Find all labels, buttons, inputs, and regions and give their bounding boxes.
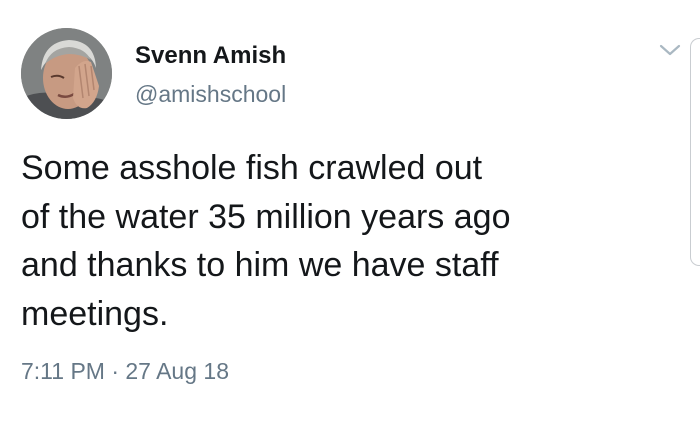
tweet-text-line: of the water 35 million years ago	[21, 197, 511, 236]
author-display-name[interactable]: Svenn Amish	[135, 42, 286, 70]
avatar[interactable]	[21, 28, 112, 119]
facepalm-portrait-icon	[21, 28, 112, 119]
tweet-timestamp[interactable]: 7:11 PM · 27 Aug 18	[21, 356, 229, 386]
tweet-text-line: Some asshole fish crawled out	[21, 149, 483, 187]
tweet-text-line: and thanks to him we have staff	[21, 246, 499, 284]
chevron-down-icon[interactable]	[658, 40, 682, 60]
tweet-text: Some asshole fish crawled out of the wat…	[21, 144, 661, 338]
side-panel-edge	[690, 38, 700, 266]
tweet-text-line: meetings.	[21, 294, 169, 333]
tweet-card: Svenn Amish @amishschool Some asshole fi…	[0, 0, 700, 446]
author-handle[interactable]: @amishschool	[135, 80, 286, 108]
